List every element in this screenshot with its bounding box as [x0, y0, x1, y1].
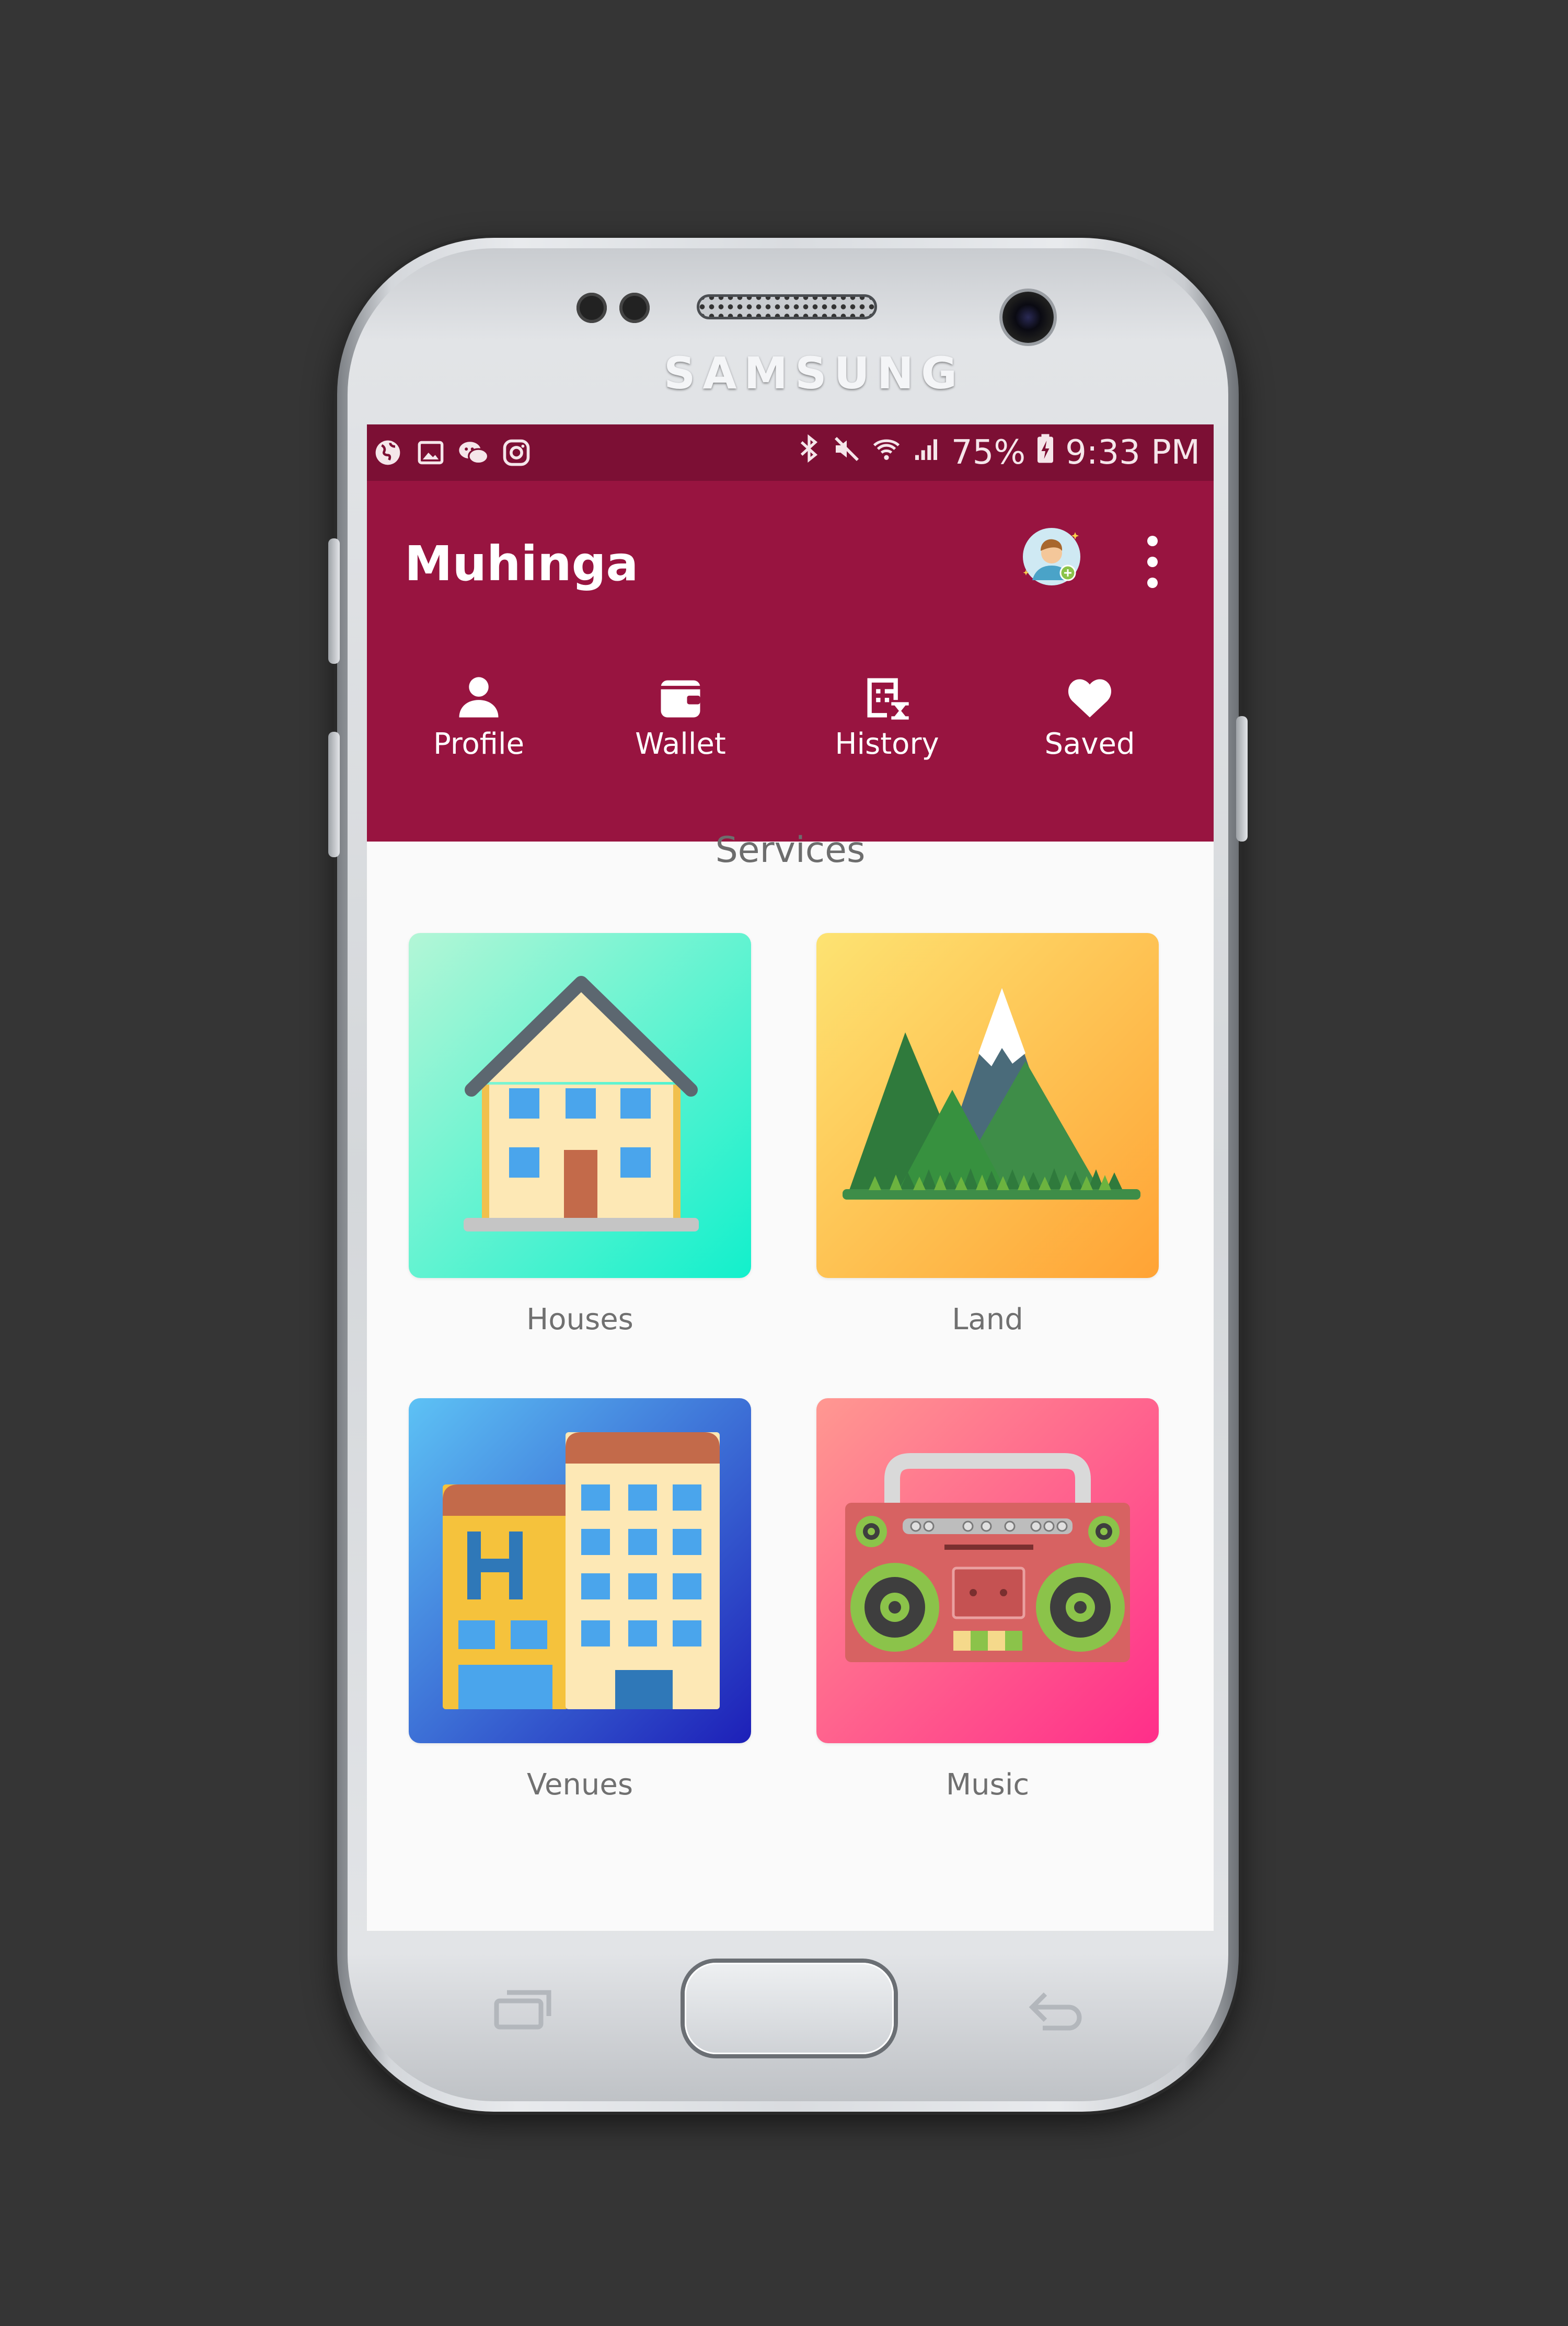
boombox-illustration	[816, 1398, 1159, 1743]
device-brand: SAMSUNG	[664, 348, 965, 399]
service-card-houses[interactable]	[409, 933, 751, 1278]
nav-history[interactable]: History	[809, 672, 965, 776]
nav-label: Wallet	[635, 727, 726, 761]
sensor-dot	[577, 293, 607, 323]
nav-profile[interactable]: Profile	[400, 672, 557, 776]
image-icon	[415, 437, 446, 468]
power-button	[1236, 716, 1248, 842]
overflow-menu-icon[interactable]	[1143, 531, 1162, 588]
screen: 75% 9:33 PM Muhinga Profile Wallet Histo…	[367, 424, 1214, 1931]
history-icon	[867, 678, 909, 720]
wechat-icon	[458, 437, 489, 468]
bluetooth-icon	[797, 433, 822, 473]
system-indicators: 75% 9:33 PM	[797, 432, 1200, 474]
nav-label: History	[835, 727, 939, 761]
volume-down-button	[328, 732, 340, 857]
notification-icons	[372, 434, 532, 471]
nav-label: Saved	[1044, 727, 1135, 761]
service-card-venues[interactable]	[409, 1398, 751, 1743]
globe-icon	[372, 437, 403, 468]
instagram-icon	[501, 437, 532, 468]
service-label: Land	[952, 1303, 1023, 1337]
nav-saved[interactable]: Saved	[1011, 672, 1168, 776]
status-bar: 75% 9:33 PM	[367, 424, 1214, 481]
services-heading: Services	[715, 830, 866, 871]
account-avatar[interactable]	[1023, 528, 1080, 585]
wallet-icon	[661, 680, 700, 718]
battery-charging-icon	[1036, 433, 1055, 473]
app-title: Muhinga	[405, 536, 639, 592]
earpiece-speaker	[697, 294, 877, 319]
signal-icon	[912, 433, 941, 472]
recent-apps-key[interactable]	[494, 1986, 554, 2033]
service-card-music[interactable]	[816, 1398, 1159, 1743]
front-camera	[1002, 292, 1054, 343]
service-card-land[interactable]	[816, 933, 1159, 1278]
hotel-illustration	[409, 1398, 751, 1743]
mute-icon	[832, 433, 861, 472]
home-button[interactable]	[685, 1963, 894, 2054]
recent-apps-icon	[494, 1990, 551, 2030]
nav-label: Profile	[433, 727, 525, 761]
service-label: Houses	[526, 1303, 633, 1337]
back-icon	[1029, 1992, 1082, 2031]
avatar-icon	[1023, 529, 1079, 584]
house-illustration	[409, 933, 751, 1278]
service-label: Music	[946, 1768, 1030, 1802]
app-bar: Muhinga Profile Wallet History Saved	[367, 481, 1214, 842]
battery-percent: 75%	[951, 433, 1026, 472]
back-key[interactable]	[1024, 1986, 1085, 2033]
clock: 9:33 PM	[1065, 433, 1200, 472]
service-label: Venues	[526, 1768, 633, 1802]
mountain-illustration	[816, 933, 1159, 1278]
person-icon	[459, 677, 499, 718]
sensor-dot	[619, 293, 650, 323]
wifi-icon	[872, 433, 901, 472]
volume-up-button	[328, 538, 340, 664]
heart-icon	[1068, 679, 1112, 718]
nav-wallet[interactable]: Wallet	[602, 672, 759, 776]
